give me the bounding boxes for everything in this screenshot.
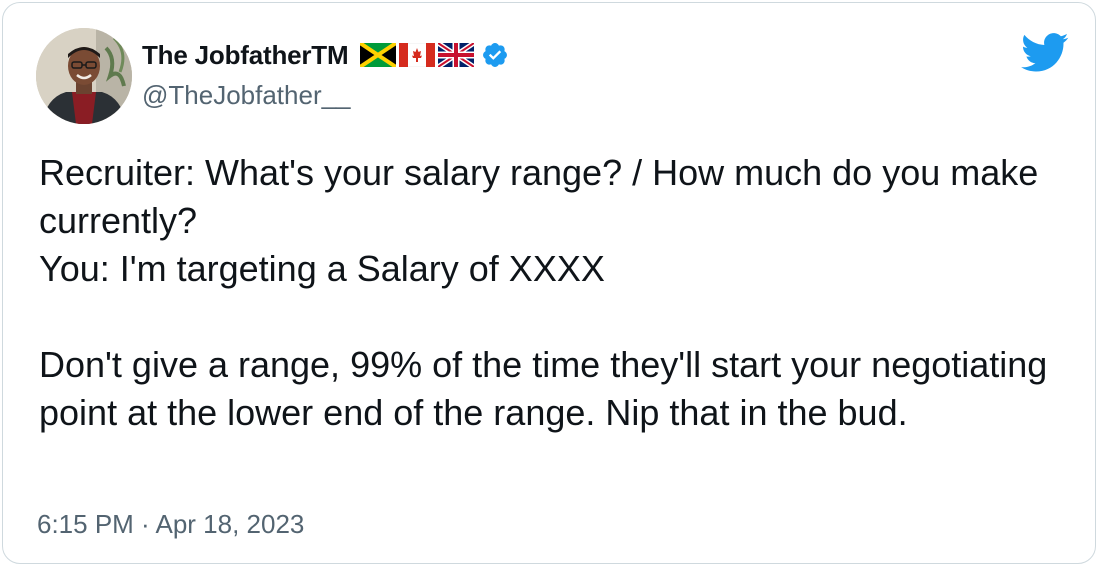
verified-badge-icon (483, 43, 508, 67)
avatar-image (36, 28, 132, 124)
avatar[interactable] (36, 28, 132, 124)
canada-flag-icon (399, 43, 436, 67)
author-handle[interactable]: @TheJobfather__ (142, 80, 351, 111)
flag-icons (360, 43, 475, 67)
author-display-name[interactable]: The JobfatherTM (142, 40, 349, 71)
twitter-bird-icon[interactable] (1021, 33, 1069, 73)
tweet-text: Recruiter: What's your salary range? / H… (39, 149, 1069, 437)
tweet-text-line: You: I'm targeting a Salary of XXXX (39, 248, 605, 289)
tweet-text-line: Don't give a range, 99% of the time they… (39, 344, 1048, 433)
tweet-timestamp[interactable]: 6:15 PM · Apr 18, 2023 (37, 509, 304, 540)
uk-flag-icon (438, 43, 475, 67)
jamaica-flag-icon (360, 43, 397, 67)
tweet-text-line: Recruiter: What's your salary range? / H… (39, 152, 1039, 241)
author-name-row[interactable]: The JobfatherTM (142, 37, 509, 73)
tweet-card: The JobfatherTM @TheJobfather__ Recruite… (2, 2, 1096, 564)
